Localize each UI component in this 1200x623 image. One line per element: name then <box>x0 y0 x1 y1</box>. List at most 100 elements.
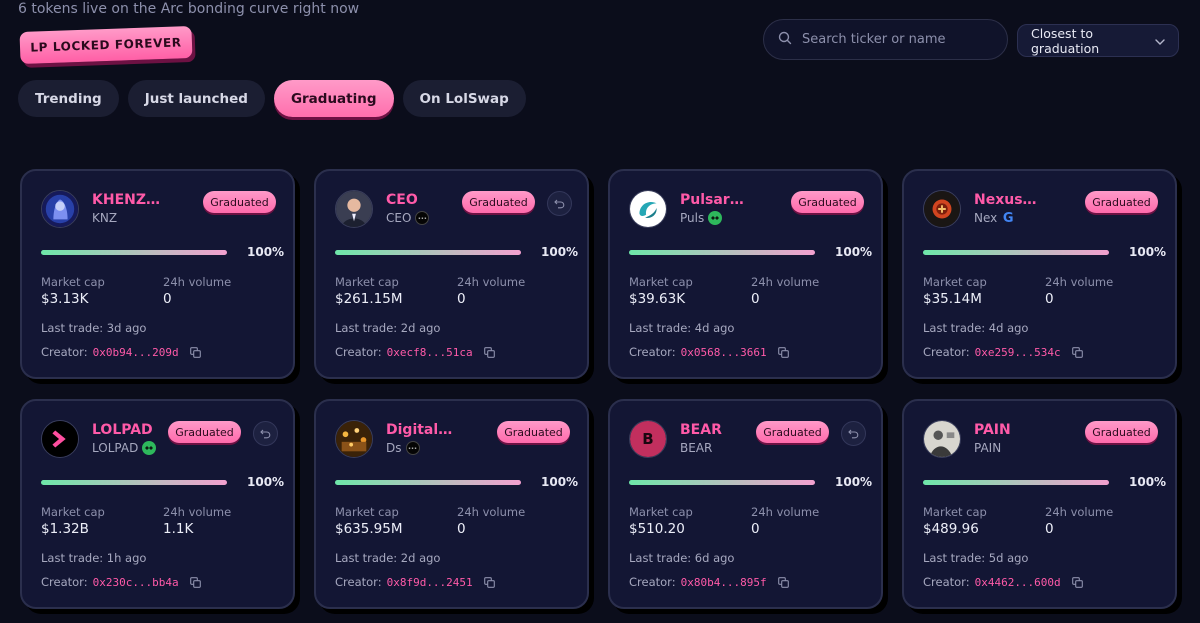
graduation-progress-bar <box>629 480 815 485</box>
creator-row: Creator: 0x8f9d...2451 <box>335 575 495 589</box>
creator-address[interactable]: 0x8f9d...2451 <box>387 576 473 589</box>
progress-percent: 100% <box>1129 245 1167 259</box>
creator-label: Creator: <box>41 575 88 589</box>
last-trade: Last trade: 4d ago <box>629 321 735 335</box>
tab-graduating[interactable]: Graduating <box>273 80 394 117</box>
market-cap-value: $261.15M <box>335 291 403 307</box>
token-name[interactable]: DigitalS... <box>386 422 456 438</box>
market-cap-label: Market cap <box>923 275 987 289</box>
creator-label: Creator: <box>923 575 970 589</box>
token-card[interactable]: LOLPAD LOLPAD Graduated 100% Market cap 24h v… <box>20 399 295 609</box>
undo-icon[interactable] <box>253 421 278 446</box>
token-card[interactable]: DigitalS... Ds··· Graduated 100% Market cap 2… <box>314 399 589 609</box>
graduated-badge: Graduated <box>1085 421 1158 443</box>
token-name[interactable]: BEAR <box>680 422 722 438</box>
creator-address[interactable]: 0x4462...600d <box>975 576 1061 589</box>
volume-label: 24h volume <box>457 275 526 289</box>
token-card[interactable]: B BEAR BEAR Graduated 100% Market cap 24h volu… <box>608 399 883 609</box>
copy-icon[interactable] <box>189 346 201 358</box>
token-ticker: KNZ <box>92 211 118 225</box>
creator-row: Creator: 0x0568...3661 <box>629 345 789 359</box>
last-trade: Last trade: 2d ago <box>335 551 441 565</box>
creator-address[interactable]: 0x230c...bb4a <box>93 576 179 589</box>
token-name[interactable]: KHENZAR <box>92 192 162 208</box>
copy-icon[interactable] <box>1071 346 1083 358</box>
creator-row: Creator: 0xecf8...51ca <box>335 345 495 359</box>
creator-address[interactable]: 0x0568...3661 <box>681 346 767 359</box>
creator-row: Creator: 0xe259...534c <box>923 345 1083 359</box>
graduation-progress-bar <box>923 480 1109 485</box>
sort-selected-value: Closest to graduation <box>1031 25 1100 56</box>
volume-label: 24h volume <box>1045 505 1114 519</box>
token-avatar <box>335 190 373 228</box>
creator-label: Creator: <box>629 575 676 589</box>
token-card[interactable]: CEO CEO ··· Graduated 100% Market cap 24h volu… <box>314 169 589 379</box>
volume-label: 24h volume <box>751 275 820 289</box>
token-card[interactable]: PAIN PAIN Graduated 100% Market cap 24h volum… <box>902 399 1177 609</box>
progress-percent: 100% <box>541 245 579 259</box>
graduation-progress-bar <box>629 250 815 255</box>
last-trade: Last trade: 3d ago <box>41 321 147 335</box>
volume-label: 24h volume <box>163 275 232 289</box>
volume-value: 1.1K <box>163 521 194 537</box>
creator-address[interactable]: 0x80b4...895f <box>681 576 767 589</box>
creator-label: Creator: <box>629 345 676 359</box>
token-name[interactable]: PAIN <box>974 422 1011 438</box>
graduation-progress-bar <box>41 480 227 485</box>
token-name[interactable]: NexusForge <box>974 192 1044 208</box>
copy-icon[interactable] <box>1071 576 1083 588</box>
progress-percent: 100% <box>247 245 285 259</box>
market-cap-label: Market cap <box>41 275 105 289</box>
token-card[interactable]: NexusForge Nex G Graduated 100% Market cap 24h… <box>902 169 1177 379</box>
graduated-badge: Graduated <box>203 191 276 213</box>
copy-icon[interactable] <box>777 576 789 588</box>
search-input[interactable] <box>802 32 992 47</box>
token-name[interactable]: LOLPAD <box>92 422 153 438</box>
token-name[interactable]: Pulsarore <box>680 192 750 208</box>
copy-icon[interactable] <box>483 346 495 358</box>
creator-address[interactable]: 0xe259...534c <box>975 346 1061 359</box>
token-card[interactable]: KHENZAR KNZ Graduated 100% Market cap 24h vol… <box>20 169 295 379</box>
creator-row: Creator: 0x230c...bb4a <box>41 575 201 589</box>
chain-icon-dark: ··· <box>405 441 420 455</box>
token-ticker: Nex <box>974 211 998 225</box>
tab-trending[interactable]: Trending <box>18 80 119 117</box>
avatar-letter: B <box>630 421 666 457</box>
volume-value: 0 <box>751 291 760 307</box>
creator-label: Creator: <box>335 345 382 359</box>
volume-label: 24h volume <box>163 505 232 519</box>
market-cap-label: Market cap <box>335 505 399 519</box>
token-avatar <box>335 420 373 458</box>
copy-icon[interactable] <box>189 576 201 588</box>
market-cap-label: Market cap <box>41 505 105 519</box>
creator-label: Creator: <box>923 345 970 359</box>
chain-icon-dark: ··· <box>415 211 430 225</box>
token-ticker-row: Puls <box>680 211 723 225</box>
market-cap-value: $489.96 <box>923 521 979 537</box>
creator-address[interactable]: 0x0b94...209d <box>93 346 179 359</box>
token-avatar <box>41 420 79 458</box>
sort-dropdown[interactable]: Closest to graduation <box>1017 24 1179 57</box>
undo-icon[interactable] <box>547 191 572 216</box>
undo-icon[interactable] <box>841 421 866 446</box>
chain-icon-green <box>142 441 157 455</box>
market-cap-label: Market cap <box>629 275 693 289</box>
token-grid: KHENZAR KNZ Graduated 100% Market cap 24h vol… <box>20 169 1177 609</box>
token-card[interactable]: Pulsarore Puls Graduated 100% Market cap 24h … <box>608 169 883 379</box>
creator-address[interactable]: 0xecf8...51ca <box>387 346 473 359</box>
token-ticker-row: KNZ <box>92 211 117 225</box>
progress-percent: 100% <box>1129 475 1167 489</box>
tab-on-lolswap[interactable]: On LolSwap <box>402 80 526 117</box>
token-avatar <box>41 190 79 228</box>
volume-value: 0 <box>163 291 172 307</box>
token-ticker: Ds <box>386 441 402 455</box>
token-name[interactable]: CEO <box>386 192 418 208</box>
volume-value: 0 <box>457 521 466 537</box>
creator-row: Creator: 0x0b94...209d <box>41 345 201 359</box>
tab-just-launched[interactable]: Just launched <box>127 80 265 117</box>
search-box[interactable] <box>763 19 1008 60</box>
copy-icon[interactable] <box>777 346 789 358</box>
copy-icon[interactable] <box>483 576 495 588</box>
creator-row: Creator: 0x4462...600d <box>923 575 1083 589</box>
progress-percent: 100% <box>835 475 873 489</box>
